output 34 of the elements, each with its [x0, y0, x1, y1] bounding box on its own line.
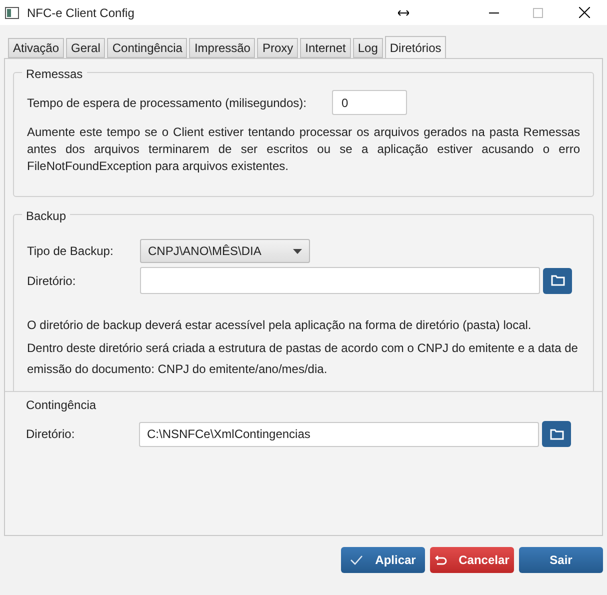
resize-icon [398, 10, 409, 16]
folder-button[interactable] [543, 268, 572, 294]
tab[interactable]: Diretórios [384, 36, 446, 58]
tab[interactable]: Ativação [8, 38, 64, 58]
tab[interactable]: Log [352, 38, 383, 58]
tab[interactable]: Internet [300, 38, 351, 58]
field-label: Tempo de espera de processamento (milisegundos): [27, 94, 306, 112]
field-label: Diretório: [27, 272, 77, 290]
backup-type-dropdown[interactable]: CNPJ\ANO\MÊS\DIA [140, 239, 310, 263]
folder-icon [550, 275, 564, 286]
folder-icon [550, 428, 564, 440]
folder-button[interactable] [542, 421, 571, 447]
tab[interactable]: Geral [66, 38, 106, 58]
field-label: Tipo de Backup: [27, 243, 114, 260]
help-text: O diretório de backup deverá estar acessível pela aplicação na forma de diretório (pasta) local. [27, 317, 532, 334]
check-icon [350, 555, 364, 565]
caret-icon [293, 248, 302, 254]
cancel-button[interactable]: Cancelar [430, 547, 514, 573]
input-field[interactable]: C:\NSNFCe\XmlContingencias [139, 422, 539, 446]
undo-icon [434, 555, 447, 565]
help-text: Aumente este tempo se o Client estiver tentando processar os arquivos gerados na pasta Remessas antes dos arquivos terminarem de ser escritos ou se a aplicação estiver acusando o erro FileNotFoundException para arquivos existentes. [27, 124, 580, 175]
exit-button[interactable]: Sair [519, 547, 603, 573]
window-title: NFC-e Client Config [27, 4, 134, 22]
help-text: Dentro deste diretório será criada a estrutura de pastas de acordo com o CNPJ do emitente e a data de emissão do documento: CNPJ do emitente/ano/mes/dia. [27, 340, 579, 378]
apply-button[interactable]: Aplicar [341, 547, 425, 573]
field-label: Diretório: [26, 426, 76, 443]
input-field[interactable] [140, 267, 540, 294]
tab[interactable]: Contingência [107, 38, 188, 58]
app-icon [5, 6, 19, 18]
tab[interactable]: Impressão [189, 38, 256, 58]
close-icon[interactable] [579, 7, 590, 18]
tab[interactable]: Proxy [257, 38, 298, 58]
input-field[interactable]: 0 [332, 90, 408, 115]
group-title: Contingência [26, 397, 98, 414]
